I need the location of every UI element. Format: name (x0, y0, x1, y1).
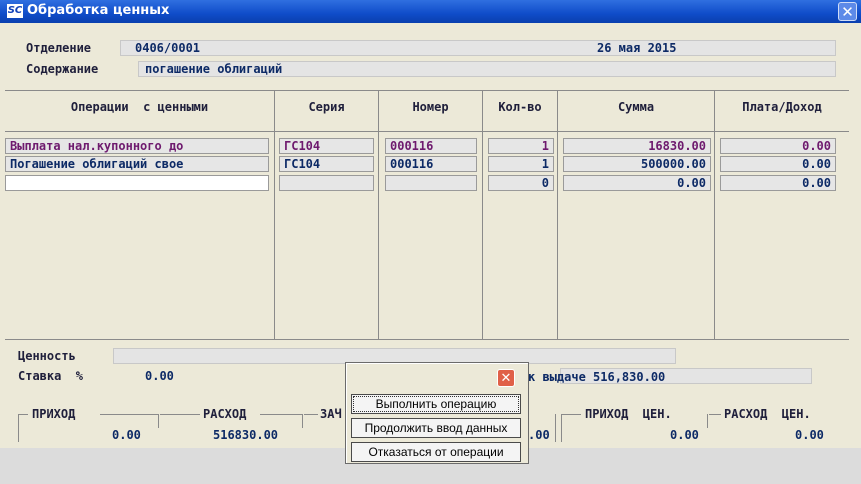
expense-label: РАСХОД (203, 407, 247, 421)
window-title: Обработка ценных (27, 3, 170, 18)
group-border (555, 414, 556, 442)
income-value: 0.00 (112, 428, 141, 442)
confirm-dialog: ✕ Выполнить операцию Продолжить ввод дан… (345, 362, 529, 464)
app-logo-icon: SC (7, 4, 23, 18)
column-divider (714, 91, 715, 339)
table-row-2-series[interactable] (279, 175, 374, 191)
table-row-2-sum[interactable]: 0.00 (563, 175, 711, 191)
payout-text: к выдаче 516,830.00 (528, 370, 666, 384)
expense-val-label: РАСХОД ЦЕН. (724, 407, 811, 421)
col-header-series: Серия (308, 100, 345, 114)
col-header-operations: Операции с ценными (70, 100, 209, 114)
income-label: ПРИХОД (32, 407, 76, 421)
group-border (100, 414, 158, 415)
department-value: 0406/0001 (135, 41, 201, 55)
group-border (158, 414, 159, 428)
continue-input-button[interactable]: Продолжить ввод данных (351, 418, 521, 438)
cancel-operation-button[interactable]: Отказаться от операции (351, 442, 521, 462)
third-group-value: .00 (528, 428, 550, 442)
table-row-2-fee[interactable]: 0.00 (720, 175, 836, 191)
content-label: Содержание (26, 62, 99, 76)
col-header-fee: Плата/Доход (742, 100, 822, 114)
group-border (304, 414, 318, 415)
table-row-0-op[interactable]: Выплата нал.купонного до (5, 138, 269, 154)
group-border (260, 414, 302, 415)
department-field (120, 40, 836, 56)
column-divider (482, 91, 483, 339)
expense-value: 516830.00 (213, 428, 279, 442)
group-border (302, 414, 303, 428)
column-divider (378, 91, 379, 339)
income-val-label: ПРИХОД ЦЕН. (585, 407, 672, 421)
close-icon[interactable]: ✕ (838, 2, 857, 21)
table-row-1-qty[interactable]: 1 (488, 156, 554, 172)
col-header-qty: Кол-во (498, 100, 542, 114)
table-row-2-number[interactable] (385, 175, 477, 191)
date-value: 26 мая 2015 (597, 41, 677, 55)
content-value: погашение облигаций (145, 62, 283, 76)
table-row-0-number[interactable]: 000116 (385, 138, 477, 154)
third-group-label: ЗАЧ (320, 407, 342, 421)
table-row-1-sum[interactable]: 500000.00 (563, 156, 711, 172)
table-row-1-series[interactable]: ГС104 (279, 156, 374, 172)
col-header-number: Номер (412, 100, 449, 114)
column-divider (557, 91, 558, 339)
table-row-0-series[interactable]: ГС104 (279, 138, 374, 154)
group-border (707, 414, 708, 428)
group-border (561, 414, 562, 442)
table-row-0-fee[interactable]: 0.00 (720, 138, 836, 154)
table-row-0-qty[interactable]: 1 (488, 138, 554, 154)
column-divider (274, 91, 275, 339)
table-row-2-qty[interactable]: 0 (488, 175, 554, 191)
group-border (561, 414, 581, 415)
rate-label: Ставка % (18, 369, 84, 383)
execute-operation-button[interactable]: Выполнить операцию (351, 394, 521, 414)
table-bottom-divider (5, 339, 849, 340)
table-row-2-op[interactable] (5, 175, 269, 191)
income-val-value: 0.00 (670, 428, 699, 442)
col-header-sum: Сумма (617, 100, 655, 114)
table-row-0-sum[interactable]: 16830.00 (563, 138, 711, 154)
group-border (709, 414, 721, 415)
department-label: Отделение (26, 41, 92, 55)
expense-val-value: 0.00 (795, 428, 824, 442)
group-border (18, 414, 19, 442)
group-border (18, 414, 28, 415)
group-border (160, 414, 200, 415)
table-row-1-fee[interactable]: 0.00 (720, 156, 836, 172)
value-label: Ценность (18, 349, 76, 363)
table-row-1-number[interactable]: 000116 (385, 156, 477, 172)
rate-value: 0.00 (145, 369, 174, 383)
table-row-1-op[interactable]: Погашение облигаций свое (5, 156, 269, 172)
title-bar: SC Обработка ценных ✕ (0, 0, 861, 23)
close-icon[interactable]: ✕ (497, 369, 515, 387)
